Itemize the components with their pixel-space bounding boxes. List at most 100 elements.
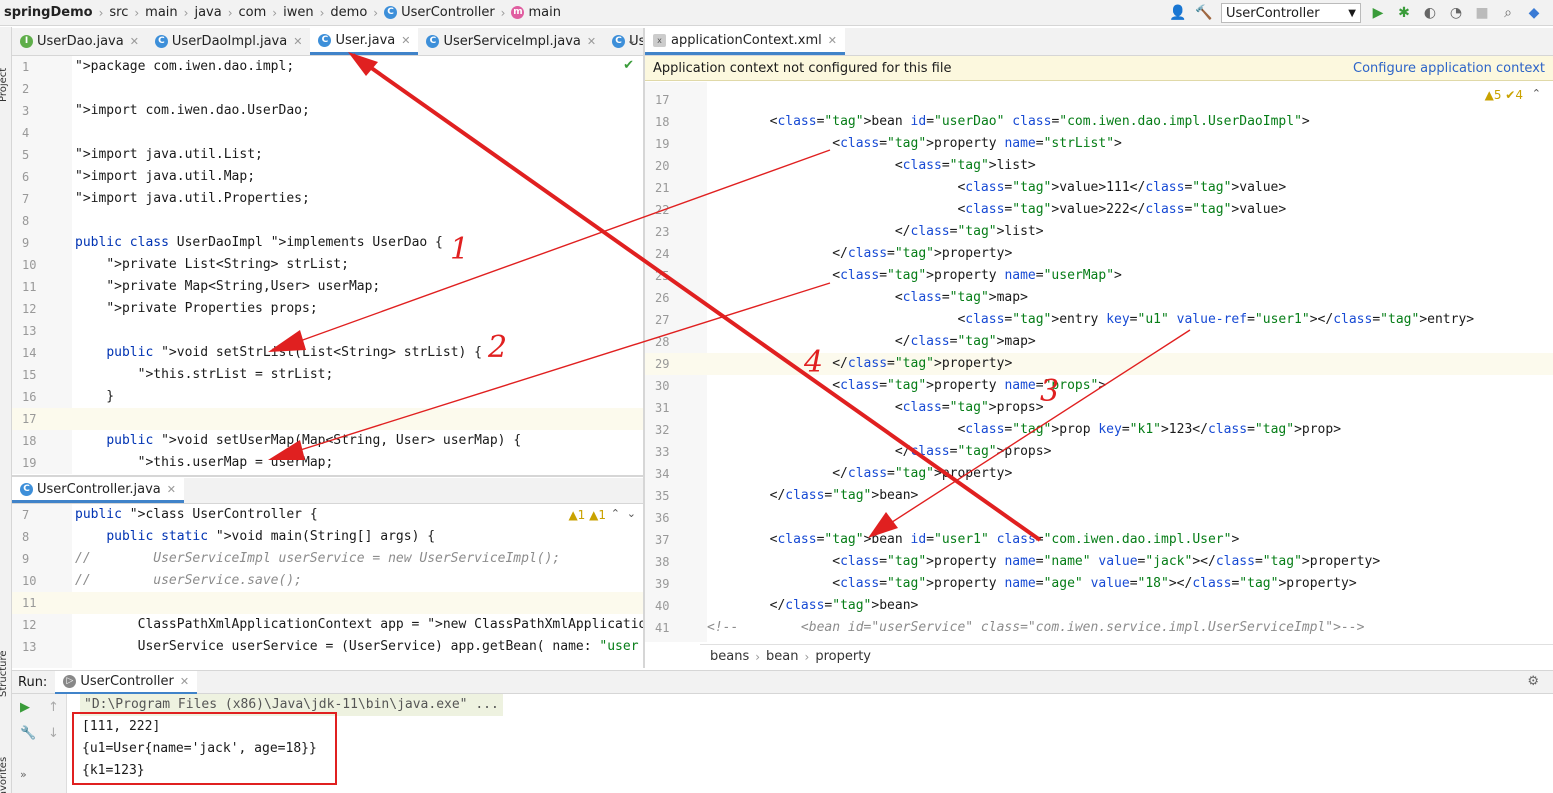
annotation-number: 3: [1040, 374, 1060, 409]
configure-context-link[interactable]: Configure application context: [1353, 61, 1545, 76]
settings-gear-icon[interactable]: ⚙: [1527, 674, 1539, 689]
breadcrumb-iwen[interactable]: iwen: [279, 5, 317, 20]
line-number: 19: [655, 137, 670, 151]
code-line: 12 ">private Properties props;: [12, 298, 644, 320]
run-config-icon: ▷: [63, 674, 77, 688]
breadcrumb-java[interactable]: java: [190, 5, 225, 20]
line-number: 34: [655, 467, 670, 481]
tab-usercontroller[interactable]: C UserController.java ✕: [12, 478, 184, 503]
editor-usercontroller[interactable]: ▲1 ▲1 ⌃ ⌄ 7 public ">class UserController…: [12, 504, 644, 668]
editor-userdaoimpl[interactable]: ✔ 1 ">package com.iwen.dao.impl; 2 3 ">impor…: [12, 56, 644, 474]
breadcrumb-project[interactable]: springDemo: [0, 5, 97, 20]
ide-logo-icon[interactable]: ◆: [1525, 4, 1543, 22]
wrench-icon[interactable]: 🔧: [20, 726, 36, 741]
tab-user[interactable]: C User.java ✕: [310, 28, 419, 55]
chevron-right-icon: ›: [134, 5, 140, 20]
search-icon[interactable]: ⌕: [1499, 4, 1517, 22]
close-icon[interactable]: ✕: [293, 35, 302, 48]
line-number: 13: [22, 324, 37, 338]
xml-crumb-bean[interactable]: bean: [766, 649, 798, 664]
tool-window-stripe: Project Structure Favorites: [0, 27, 12, 793]
horizontal-splitter[interactable]: [12, 475, 644, 477]
code-text: <class="tag">bean id="userDao" class="co…: [707, 114, 1310, 129]
breadcrumb-demo[interactable]: demo: [326, 5, 371, 20]
rerun-icon[interactable]: ▶: [20, 700, 30, 715]
line-number: 10: [22, 574, 37, 588]
chevron-down-icon[interactable]: ⌄: [627, 34, 636, 47]
more-icon[interactable]: »: [20, 768, 27, 781]
line-number: 24: [655, 247, 670, 261]
dropdown-arrow-icon: ▼: [1348, 7, 1356, 19]
close-icon[interactable]: ✕: [167, 483, 176, 496]
line-number: 33: [655, 445, 670, 459]
line-number: 4: [22, 126, 30, 140]
xml-breadcrumb: beans › bean › property: [700, 644, 1553, 668]
close-icon[interactable]: ✕: [180, 675, 189, 688]
line-number: 14: [22, 346, 37, 360]
code-text: <class="tag">props>: [707, 400, 1044, 415]
breadcrumb-com[interactable]: com: [235, 5, 271, 20]
tab-overflow[interactable]: CUse: [604, 28, 644, 55]
left-editor-tabs: I UserDao.java ✕ C UserDaoImpl.java ✕ C User.…: [12, 28, 644, 56]
code-text: </class="tag">property>: [707, 466, 1013, 481]
code-text: ">import com.iwen.dao.UserDao;: [75, 103, 310, 118]
line-number: 18: [22, 434, 37, 448]
code-line: 29 </class="tag">property>: [645, 353, 1553, 375]
line-number: 8: [22, 214, 30, 228]
tab-userdao[interactable]: I UserDao.java ✕: [12, 28, 147, 55]
run-icon[interactable]: ▶: [1369, 4, 1387, 22]
scroll-up-icon[interactable]: ↑: [48, 700, 59, 715]
profile-icon[interactable]: ◔: [1447, 4, 1465, 22]
close-icon[interactable]: ✕: [401, 34, 410, 47]
line-number: 11: [22, 596, 37, 610]
xml-crumb-beans[interactable]: beans: [710, 649, 749, 664]
line-number: 8: [22, 530, 30, 544]
vertical-splitter[interactable]: [643, 28, 645, 668]
run-configuration-select[interactable]: UserController ▼: [1221, 3, 1361, 23]
annotation-number: 4: [804, 345, 824, 380]
structure-tool-button[interactable]: Structure: [0, 650, 9, 697]
tab-applicationcontext[interactable]: x applicationContext.xml ✕: [645, 28, 845, 55]
chevron-right-icon: ›: [272, 5, 278, 20]
close-icon[interactable]: ✕: [130, 35, 139, 48]
code-line: 32 <class="tag">prop key="k1">123</class…: [645, 419, 1553, 441]
annotation-number: 1: [450, 232, 470, 267]
line-number: 37: [655, 533, 670, 547]
tab-userdaoimpl[interactable]: C UserDaoImpl.java ✕: [147, 28, 311, 55]
xml-crumb-property[interactable]: property: [815, 649, 871, 664]
code-line: 13: [12, 320, 644, 342]
tab-userserviceimpl[interactable]: C UserServiceImpl.java ✕: [418, 28, 604, 55]
close-icon[interactable]: ✕: [587, 35, 596, 48]
close-icon[interactable]: ✕: [828, 34, 837, 47]
output-highlight-box: [72, 712, 337, 785]
line-number: 1: [22, 60, 30, 74]
favorites-tool-button[interactable]: Favorites: [0, 757, 9, 793]
coverage-icon[interactable]: ◐: [1421, 4, 1439, 22]
code-line: 2: [12, 78, 644, 100]
scroll-down-icon[interactable]: ↓: [48, 726, 59, 741]
breadcrumb-main[interactable]: main: [141, 5, 181, 20]
code-line: 37 <class="tag">bean id="user1" class="c…: [645, 529, 1553, 551]
breadcrumb-method[interactable]: m main: [507, 5, 564, 20]
code-text: <!-- <bean id="userService" class="com.i…: [707, 620, 1365, 635]
class-icon: C: [154, 35, 168, 48]
code-text: UserService userService = (UserService) …: [75, 639, 639, 654]
tab-label: applicationContext.xml: [671, 32, 822, 48]
line-number: 18: [655, 115, 670, 129]
stop-icon[interactable]: ■: [1473, 4, 1491, 22]
project-tool-button[interactable]: Project: [0, 68, 9, 102]
breadcrumb-class[interactable]: C UserController: [380, 5, 499, 20]
code-text: public class UserDaoImpl ">implements Us…: [75, 235, 443, 250]
line-number: 12: [22, 618, 37, 632]
build-hammer-icon[interactable]: 🔨: [1195, 4, 1213, 22]
run-tab-usercontroller[interactable]: ▷ UserController ✕: [55, 670, 198, 694]
code-line: 1 ">package com.iwen.dao.impl;: [12, 56, 644, 78]
chevron-right-icon: ›: [98, 5, 104, 20]
editor-applicationcontext[interactable]: ▲5 ✔4 ⌃ 17 18 <class="tag">bean id="userD…: [645, 82, 1553, 642]
code-text: public ">void setUserMap(Map<String, Use…: [106, 433, 522, 448]
chevron-right-icon: ›: [319, 5, 325, 20]
run-label: Run:: [18, 674, 48, 690]
user-icon[interactable]: 👤: [1169, 4, 1187, 22]
debug-icon[interactable]: ✱: [1395, 4, 1413, 22]
breadcrumb-src[interactable]: src: [105, 5, 132, 20]
